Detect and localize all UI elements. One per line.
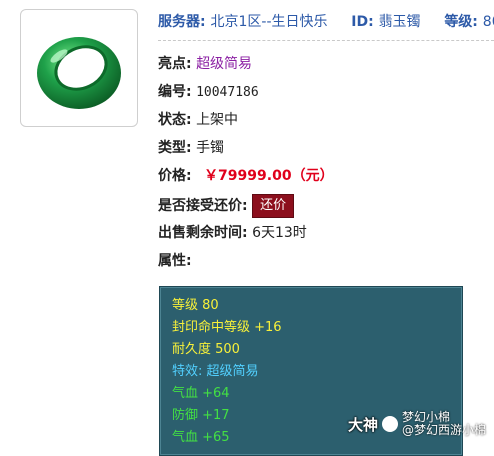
price-label: 价格:	[158, 168, 192, 184]
price-row: 价格: ￥79999.00（元）	[158, 166, 334, 186]
attribute-line: 封印命中等级 +16	[172, 320, 282, 335]
watermark: 大神 梦幻小棉 @梦幻西游小棉	[348, 409, 486, 439]
number-row: 编号: 10047186	[158, 82, 259, 102]
remaining-time-row: 出售剩余时间: 6天13时	[158, 223, 307, 243]
watermark-sub: @梦幻西游小棉	[401, 423, 486, 437]
type-row: 类型: 手镯	[158, 138, 224, 158]
listing-header: 服务器: 北京1区--生日快乐 ID: 翡玉镯 等级: 80	[158, 10, 494, 38]
attributes-label: 属性:	[158, 253, 192, 269]
bargain-label: 是否接受还价:	[158, 198, 248, 214]
attribute-line: 气血 +64	[172, 386, 230, 401]
number-label: 编号:	[158, 84, 192, 100]
status-value: 上架中	[196, 112, 239, 128]
attributes-row: 属性:	[158, 251, 192, 271]
price-value: ￥79999.00（元）	[204, 168, 334, 184]
attribute-line: 等级 80	[172, 298, 219, 313]
id-value: 翡玉镯	[378, 14, 421, 30]
highlight-label: 亮点:	[158, 56, 192, 72]
server-label: 服务器:	[158, 14, 206, 30]
wechat-icon	[381, 416, 398, 432]
status-row: 状态: 上架中	[158, 110, 238, 130]
id-label: ID:	[351, 14, 374, 30]
jade-bangle-icon	[37, 37, 121, 109]
header-divider	[158, 40, 494, 41]
bargain-row: 是否接受还价: 还价	[158, 194, 295, 218]
bargain-button[interactable]: 还价	[252, 194, 295, 218]
remaining-value: 6天13时	[252, 225, 307, 241]
server-value: 北京1区--生日快乐	[210, 14, 328, 30]
status-label: 状态:	[158, 112, 192, 128]
item-thumbnail[interactable]	[20, 9, 138, 127]
attribute-line: 耐久度 500	[172, 342, 240, 357]
type-value: 手镯	[196, 140, 225, 156]
number-value: 10047186	[196, 85, 259, 100]
highlight-row: 亮点: 超级简易	[158, 54, 252, 74]
type-label: 类型:	[158, 140, 192, 156]
remaining-label: 出售剩余时间:	[158, 225, 248, 241]
highlight-value: 超级简易	[196, 56, 253, 72]
level-value: 80	[482, 14, 494, 30]
watermark-brand: 大神	[347, 415, 378, 434]
level-label: 等级:	[444, 14, 478, 30]
attribute-line: 特效: 超级简易	[172, 364, 259, 379]
